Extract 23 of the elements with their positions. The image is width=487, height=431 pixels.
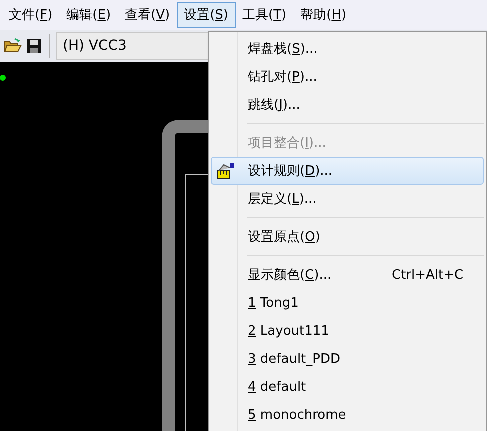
menu-item[interactable]: 1 Tong1 [211, 289, 484, 317]
menu-item[interactable]: 5 monochrome [211, 401, 484, 429]
menu-item[interactable]: 设置原点(O) [211, 223, 484, 251]
menu-bar-item[interactable]: 文件(F) [2, 2, 60, 28]
menu-bar-item[interactable]: 设置(S) [177, 2, 236, 28]
menu-bar-item[interactable]: 工具(T) [236, 2, 294, 28]
menu-item[interactable]: 层定义(L)... [211, 185, 484, 213]
menu-item[interactable]: 焊盘栈(S)... [211, 35, 484, 63]
save-icon[interactable] [25, 37, 43, 55]
menu-item[interactable]: 显示颜色(C)... Ctrl+Alt+C [211, 261, 484, 289]
menu-item[interactable]: 2 Layout111 [211, 317, 484, 345]
menu-item[interactable]: 跳线(J)... [211, 91, 484, 119]
menu-bar-item[interactable]: 查看(V) [118, 2, 178, 28]
menu-item[interactable]: 3 default_PDD [211, 345, 484, 373]
origin-marker-icon [0, 75, 6, 81]
menu-item[interactable]: 钻孔对(P)... [211, 63, 484, 91]
menu-item[interactable]: 4 default [211, 373, 484, 401]
menu-item[interactable]: 设计规则(D)... [211, 157, 484, 185]
menu-bar-item[interactable]: 帮助(H) [294, 2, 354, 28]
ruler-icon [217, 162, 235, 180]
open-folder-icon[interactable] [3, 37, 23, 55]
shortcut-text: Ctrl+Alt+C [392, 268, 464, 282]
menu-bar-item[interactable]: 编辑(E) [60, 2, 118, 28]
